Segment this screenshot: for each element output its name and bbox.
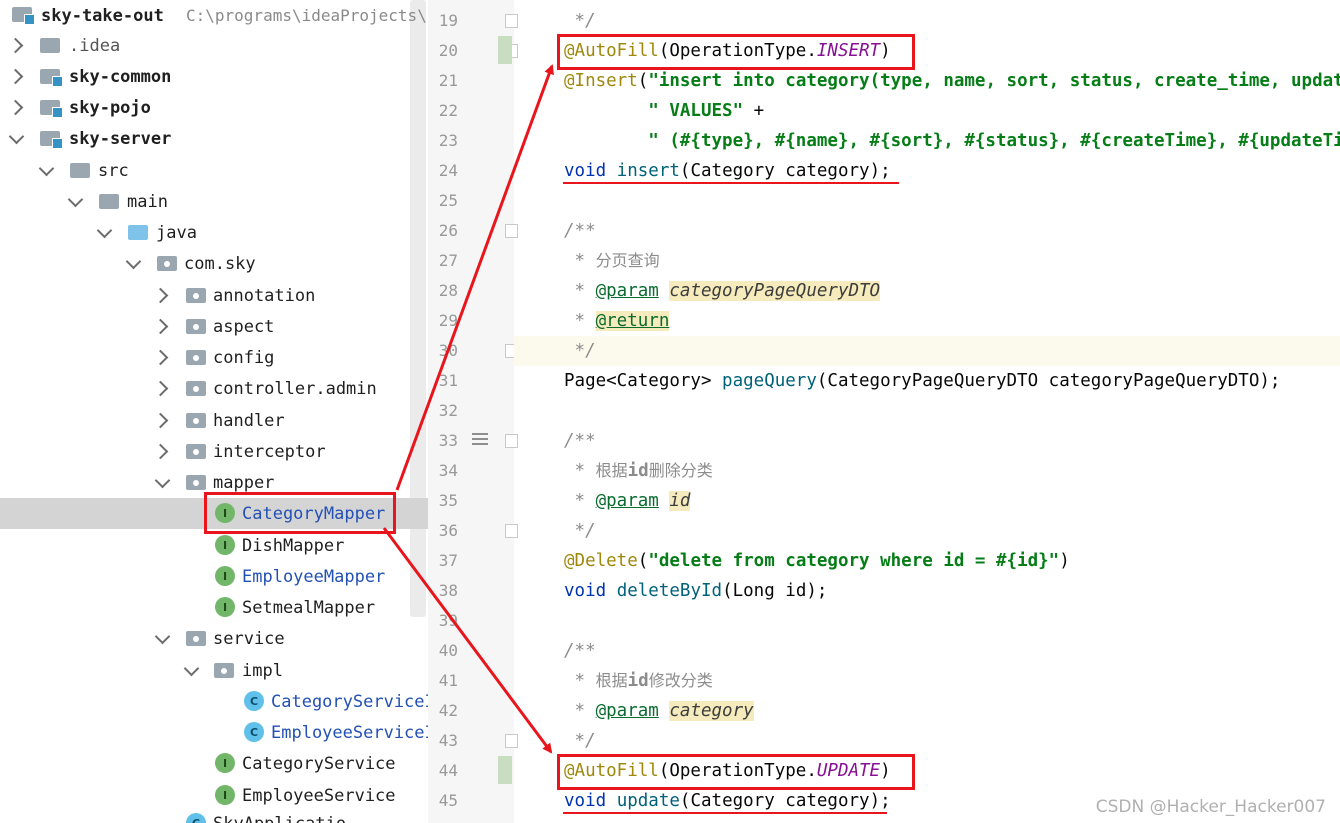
arrow-to-insert xyxy=(395,64,554,491)
arrow-to-update xyxy=(382,527,553,754)
watermark: CSDN @Hacker_Hacker007 xyxy=(1095,797,1326,817)
annotation-arrows xyxy=(382,64,554,754)
